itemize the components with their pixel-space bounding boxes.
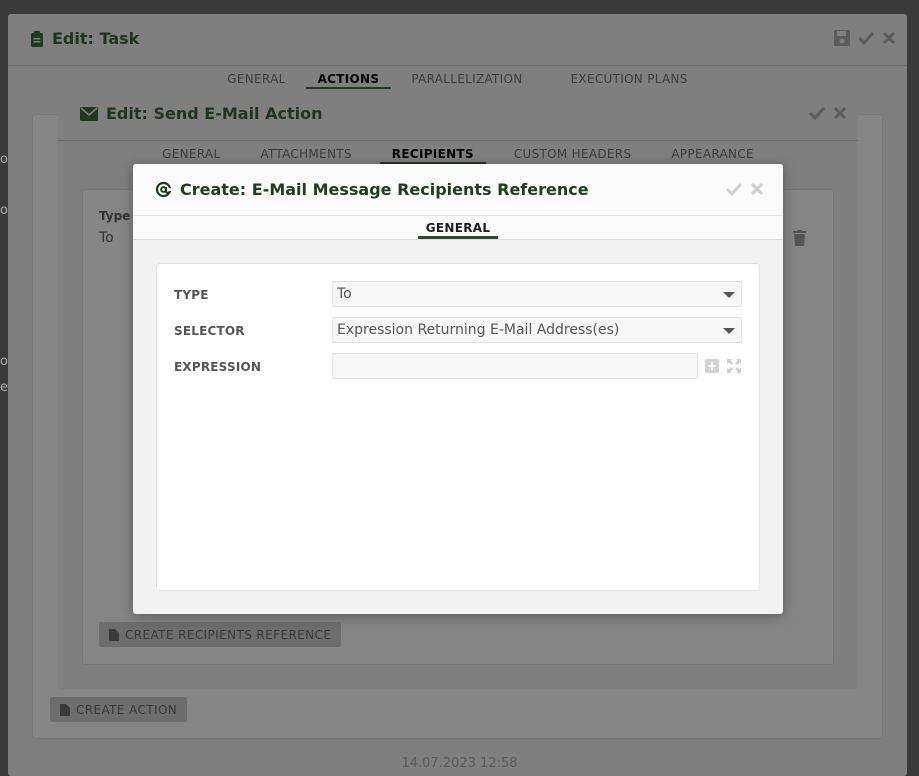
selector-label: SELECTOR (174, 324, 245, 338)
tab-parallelization[interactable]: PARALLELIZATION (399, 72, 534, 90)
dialog-actions (725, 180, 765, 198)
dialog-title-text: Edit: Task (52, 29, 140, 48)
create-recipients-reference-label: CREATE RECIPIENTS REFERENCE (125, 627, 332, 642)
dialog-header: Create: E-Mail Message Recipients Refere… (133, 164, 783, 216)
expression-row: EXPRESSION (157, 353, 761, 379)
tab-general[interactable]: GENERAL (215, 72, 297, 90)
tab-attachments[interactable]: ATTACHMENTS (248, 147, 363, 165)
confirm-icon[interactable] (725, 180, 743, 198)
selector-row: SELECTOR Expression Returning E-Mail Add… (157, 317, 761, 343)
expression-label: EXPRESSION (174, 360, 262, 374)
type-row: TYPE To (157, 281, 761, 307)
trash-icon[interactable] (793, 230, 806, 246)
recipient-type-value: To (99, 230, 114, 246)
save-icon[interactable] (833, 29, 851, 47)
edge-glyph: o (0, 203, 8, 218)
dialog-title-text: Edit: Send E-Mail Action (106, 104, 323, 123)
tab-general[interactable]: GENERAL (417, 221, 499, 239)
type-select-value: To (337, 286, 352, 302)
create-tabs: GENERAL (133, 216, 783, 240)
confirm-icon[interactable] (857, 29, 875, 47)
tab-actions[interactable]: ACTIONS (305, 72, 392, 90)
tab-custom-headers[interactable]: CUSTOM HEADERS (502, 147, 644, 165)
create-action-label: CREATE ACTION (76, 702, 178, 717)
task-tabs: GENERAL ACTIONS PARALLELIZATION EXECUTIO… (8, 66, 907, 90)
selector-select[interactable]: Expression Returning E-Mail Address(es) (332, 317, 742, 343)
type-select[interactable]: To (332, 281, 742, 307)
dialog-actions (808, 104, 848, 122)
dialog-title: Create: E-Mail Message Recipients Refere… (155, 180, 589, 199)
chevron-down-icon (723, 292, 735, 298)
column-header-type: Type (99, 209, 131, 223)
file-icon (60, 703, 70, 716)
general-form: TYPE To SELECTOR Expression Returning E-… (156, 263, 760, 591)
tab-execution-plans[interactable]: EXECUTION PLANS (559, 72, 700, 90)
edge-glyph: o (0, 354, 8, 369)
dialog-title: Edit: Task (30, 29, 139, 48)
file-icon (109, 628, 119, 641)
at-sign-icon (155, 181, 172, 198)
dialog-header: Edit: Send E-Mail Action (58, 89, 858, 141)
chevron-down-icon (723, 328, 735, 334)
create-recipients-reference-button[interactable]: CREATE RECIPIENTS REFERENCE (99, 622, 342, 647)
tab-recipients[interactable]: RECIPIENTS (379, 147, 486, 165)
dialog-title-text: Create: E-Mail Message Recipients Refere… (180, 180, 589, 199)
edge-glyph: e (0, 380, 8, 395)
confirm-icon[interactable] (808, 104, 826, 122)
expression-tools (705, 359, 741, 373)
clipboard-icon (30, 30, 44, 47)
dialog-title: Edit: Send E-Mail Action (80, 104, 322, 123)
edge-glyph: o (0, 152, 8, 167)
tab-general[interactable]: GENERAL (150, 147, 232, 165)
expression-input[interactable] (332, 353, 698, 379)
selector-select-value: Expression Returning E-Mail Address(es) (337, 322, 620, 338)
envelope-icon (80, 106, 98, 121)
close-icon[interactable] (881, 29, 897, 47)
create-action-button[interactable]: CREATE ACTION (50, 697, 188, 722)
expand-icon[interactable] (727, 359, 741, 373)
dialog-header: Edit: Task (8, 14, 907, 66)
dialog-actions (833, 29, 897, 47)
create-recipients-reference-dialog: Create: E-Mail Message Recipients Refere… (133, 164, 783, 614)
mail-tabs: GENERAL ATTACHMENTS RECIPIENTS CUSTOM HE… (58, 141, 858, 165)
plus-square-icon[interactable] (705, 359, 719, 373)
type-label: TYPE (174, 288, 209, 302)
footer-timestamp: 14.07.2023 12:58 (401, 756, 518, 771)
close-icon[interactable] (832, 104, 848, 122)
tab-appearance[interactable]: APPEARANCE (659, 147, 765, 165)
close-icon[interactable] (749, 180, 765, 198)
